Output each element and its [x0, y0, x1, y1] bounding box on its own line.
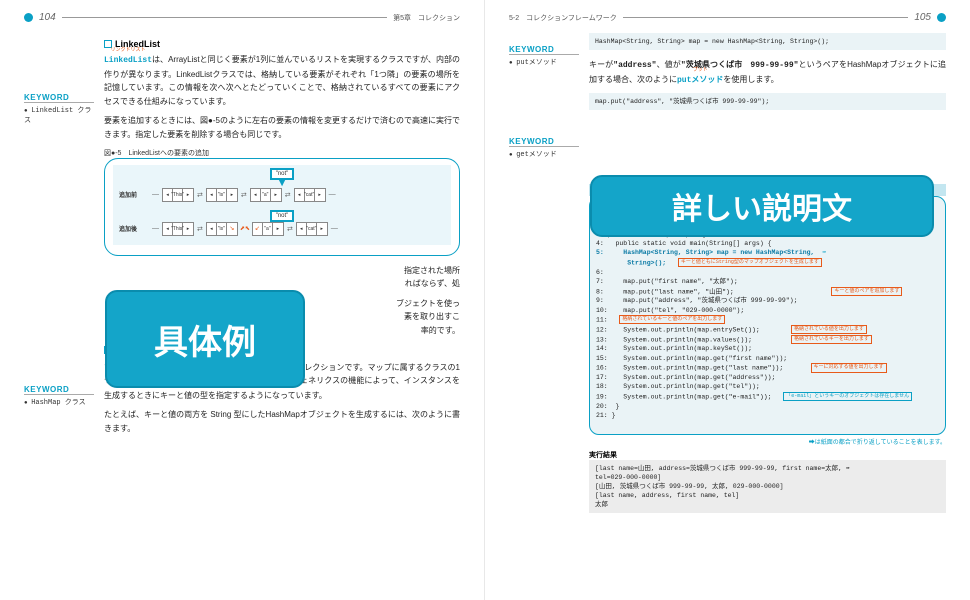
- insert-node: "not": [270, 210, 295, 222]
- code-annotation: 格納されている値を出力します: [791, 325, 867, 334]
- paragraph-fragment: 指定された場所 ればならず、処: [104, 264, 460, 291]
- diagram-inner: "not" ▼ 追加前 — ◂"This"▸ ⇄ ◂"is"▸ ⇄ ◂"a"▸ …: [113, 165, 451, 245]
- code-annotation: 「e-mail」というキーのオブジェクトは存在しません: [783, 392, 912, 401]
- rewire-arrows: ⬈⬉: [240, 225, 250, 232]
- result-output: [last name=山田, address=茨城県つくば市 999-99-99…: [589, 460, 946, 513]
- keyword-column-left: KEYWORD LinkedList クラス KEYWORD HashMap ク…: [24, 33, 94, 447]
- page-right: 5-2 コレクションフレームワーク 105 KEYWORD putメソッド KE…: [485, 0, 970, 600]
- page-number-left: 104: [39, 12, 56, 23]
- diagram-linkedlist: "not" ▼ 追加前 — ◂"This"▸ ⇄ ◂"is"▸ ⇄ ◂"a"▸ …: [104, 158, 460, 256]
- keyword-heading: KEYWORD: [24, 385, 94, 395]
- overlay-callout-explanation: 詳しい説明文: [590, 175, 934, 237]
- ll-node: ◂"This"▸: [162, 222, 194, 236]
- keyword-heading: KEYWORD: [24, 93, 94, 103]
- keyword-inline: LinkedList: [104, 56, 152, 65]
- keyword-block: KEYWORD HashMap クラス: [24, 385, 94, 407]
- paragraph: たとえば、キーと値の両方を String 型にしたHashMapオブジェクトを生…: [104, 408, 460, 435]
- ll-node: ◂"This"▸: [162, 188, 194, 202]
- page-header-left: 104 第5章 コレクション: [24, 12, 460, 23]
- section-title: LinkedList: [104, 39, 460, 49]
- row-label: 追加後: [119, 224, 143, 233]
- figure-caption: 図●-5 LinkedListへの要素の追加: [104, 148, 460, 158]
- keyword-block: KEYWORD putメソッド: [509, 45, 579, 67]
- code-snippet: map.put("address", "茨城県つくば市 999-99-99");: [589, 93, 946, 110]
- ruby-text: リンクドリスト: [104, 46, 152, 55]
- para-text: は、ArrayListと同じく要素が1列に並んでいるリストを実現するクラスですが…: [104, 55, 460, 106]
- keyword-inline: putメソッド: [677, 76, 723, 85]
- page-number-right: 105: [914, 12, 931, 23]
- chapter-title-right: 5-2 コレクションフレームワーク: [509, 13, 617, 23]
- code-annotation: キーに対応する値を出力します: [811, 363, 887, 372]
- keyword-item: putメソッド: [509, 57, 579, 67]
- overlay-callout-example: 具体例: [105, 290, 305, 388]
- page-dot-icon: [24, 13, 33, 22]
- ll-node: ◂"a"▸: [250, 188, 282, 202]
- body-column-right: HashMap<String, String> map = new HashMa…: [589, 33, 946, 513]
- code-annotation: 格納されているキーを出力します: [791, 335, 872, 344]
- page-header-right: 5-2 コレクションフレームワーク 105: [509, 12, 946, 23]
- paragraph: 要素を追加するときには、図●-5のように左右の要素の情報を変更するだけで済むので…: [104, 114, 460, 141]
- insert-node: "not": [270, 168, 295, 180]
- keyword-block: KEYWORD LinkedList クラス: [24, 93, 94, 125]
- keyword-block: KEYWORD getメソッド: [509, 137, 579, 159]
- code-snippet: HashMap<String, String> map = new HashMa…: [589, 33, 946, 50]
- linkedlist-row-after: 追加後 — ◂"This"▸ ⇄ ◂"is"↘ ⬈⬉ ↙"a"▸ ⇄ ◂"cat…: [119, 222, 445, 236]
- ruby-text: プット: [677, 66, 723, 75]
- paragraph: リンクドリストLinkedListは、ArrayListと同じく要素が1列に並ん…: [104, 53, 460, 108]
- page-dot-icon: [937, 13, 946, 22]
- code-annotation: キーと値のペアを追加します: [831, 287, 902, 296]
- keyword-item: getメソッド: [509, 149, 579, 159]
- keyword-item: HashMap クラス: [24, 397, 94, 407]
- header-rule: [62, 17, 387, 18]
- linkedlist-row-before: 追加前 — ◂"This"▸ ⇄ ◂"is"▸ ⇄ ◂"a"▸ ⇄ ◂"cat"…: [119, 188, 445, 202]
- ll-node: ◂"is"↘: [206, 222, 238, 236]
- keyword-column-right: KEYWORD putメソッド KEYWORD getメソッド: [509, 33, 579, 513]
- code-annotation: キーと値ともにString型のマップオブジェクトを生成します: [678, 258, 822, 267]
- keyword-item: LinkedList クラス: [24, 105, 94, 125]
- header-rule: [623, 17, 909, 18]
- paragraph: キーが"address"、値が"茨城県つくば市 999-99-99"というペアを…: [589, 58, 946, 87]
- ll-node: ◂"is"▸: [206, 188, 238, 202]
- result-label: 実行結果: [589, 450, 946, 460]
- ll-node: ◂"cat"▸: [296, 222, 328, 236]
- code-annotation: 格納されているキーと値のペアを出力します: [619, 315, 725, 324]
- keyword-heading: KEYWORD: [509, 137, 579, 147]
- fold-note: ➡は紙面の都合で折り返していることを表します。: [589, 437, 946, 446]
- row-label: 追加前: [119, 190, 143, 199]
- chapter-title-left: 第5章 コレクション: [393, 13, 460, 23]
- keyword-heading: KEYWORD: [509, 45, 579, 55]
- ll-node: ◂"cat"▸: [294, 188, 326, 202]
- ll-node: ↙"a"▸: [252, 222, 284, 236]
